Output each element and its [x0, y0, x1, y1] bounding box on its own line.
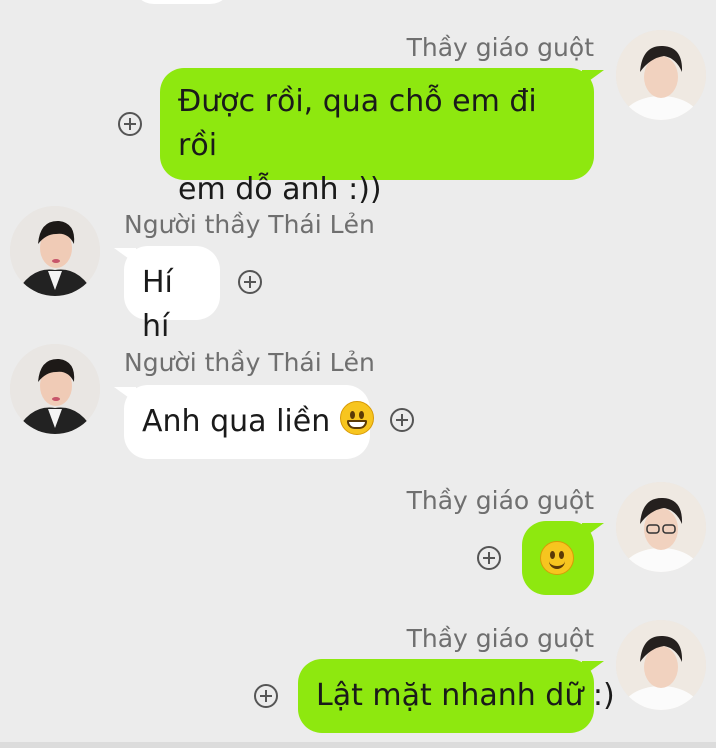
message-bubble-incoming[interactable]: Hí hí	[114, 246, 220, 344]
slightly-smiling-face-emoji	[540, 541, 574, 575]
sender-name: Thầy giáo guột	[406, 33, 594, 62]
message-bubble-incoming[interactable]: Anh qua liền	[114, 385, 374, 459]
add-reaction-icon[interactable]	[238, 270, 262, 294]
sender-name: Người thầy Thái Lẻn	[124, 348, 375, 377]
add-reaction-icon[interactable]	[254, 684, 278, 708]
message-text: Anh qua liền	[142, 404, 331, 439]
sender-name: Thầy giáo guột	[406, 486, 594, 515]
add-reaction-icon[interactable]	[118, 112, 142, 136]
add-reaction-icon[interactable]	[477, 546, 501, 570]
avatar-thay-giao-guot[interactable]	[616, 620, 706, 710]
add-reaction-icon[interactable]	[390, 408, 414, 432]
sender-name: Thầy giáo guột	[406, 624, 594, 653]
avatar-thay-giao-guot[interactable]	[616, 482, 706, 572]
message-bubble-outgoing[interactable]	[522, 521, 604, 595]
message-bubble-outgoing[interactable]: Được rồi, qua chỗ em đi rồi em dỗ anh :)…	[160, 68, 604, 207]
message-text: Lật mặt nhanh dữ :)	[316, 678, 615, 713]
chat-thread: Thầy giáo guột Được rồi, qua chỗ em đi r…	[0, 0, 716, 748]
avatar-thay-giao-guot[interactable]	[616, 30, 706, 120]
partial-message-bubble	[132, 0, 232, 4]
sender-name: Người thầy Thái Lẻn	[124, 210, 375, 239]
grinning-face-emoji	[339, 401, 374, 435]
avatar-nguoi-thay-thai-len[interactable]	[10, 206, 100, 296]
message-line: em dỗ anh :))	[178, 172, 382, 207]
bottom-divider	[0, 742, 716, 748]
message-text: Hí hí	[142, 265, 173, 344]
avatar-nguoi-thay-thai-len[interactable]	[10, 344, 100, 434]
message-bubble-outgoing[interactable]: Lật mặt nhanh dữ :)	[298, 659, 615, 733]
message-line: Được rồi, qua chỗ em đi rồi	[178, 84, 537, 163]
